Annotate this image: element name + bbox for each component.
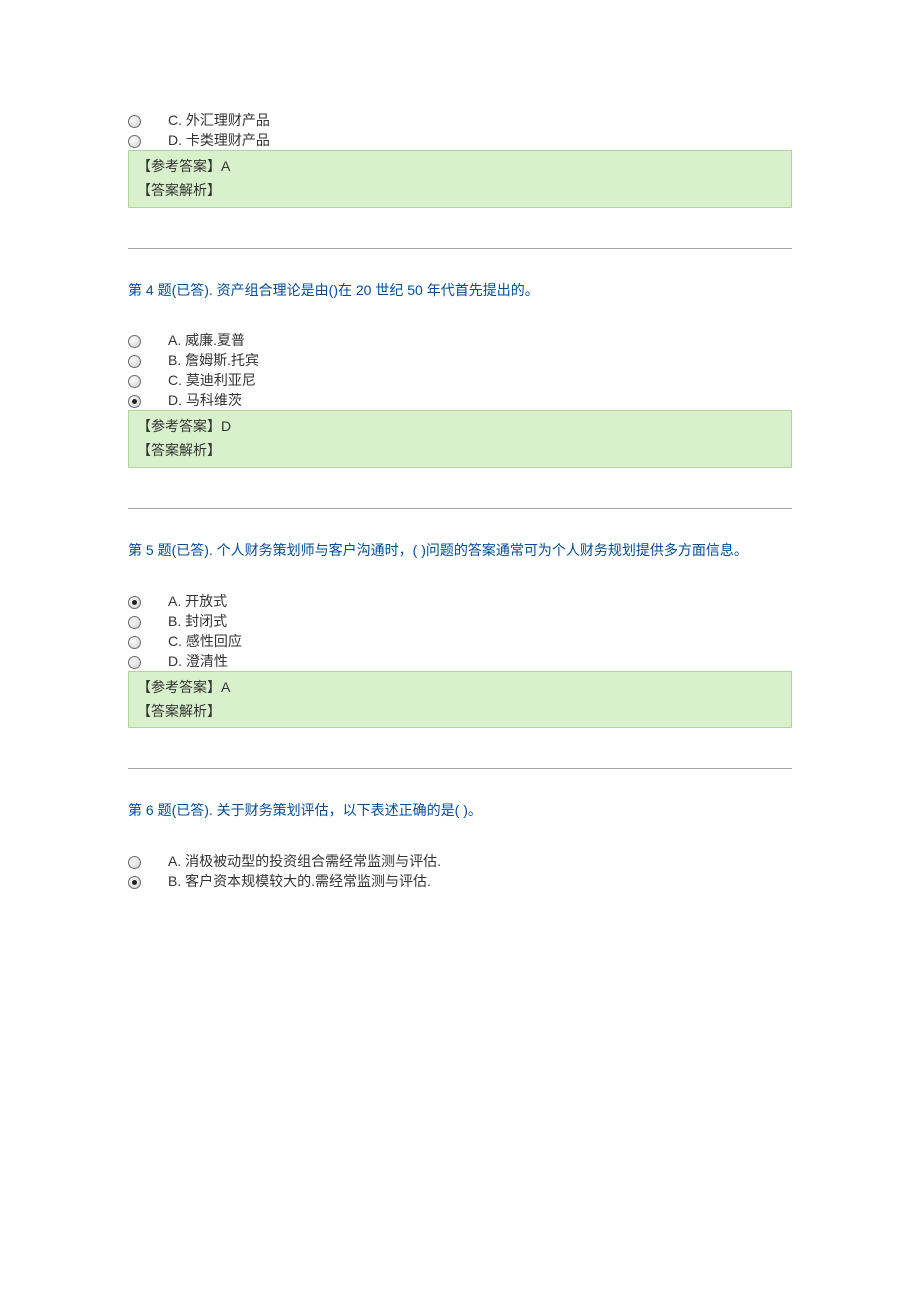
options-table: A. 威廉.夏普 B. 詹姆斯.托宾 C. 莫迪利亚尼 D. 马科维茨 [128, 330, 792, 410]
option-row-c: C. 感性回应 [128, 631, 792, 651]
option-row-b: B. 詹姆斯.托宾 [128, 350, 792, 370]
options-table: C. 外汇理财产品 D. 卡类理财产品 [128, 110, 792, 150]
option-row-b: B. 客户资本规模较大的.需经常监测与评估. [128, 871, 792, 891]
ref-answer-value: A [221, 158, 230, 174]
radio-q4-d[interactable] [128, 395, 141, 408]
option-text-c: C. 莫迪利亚尼 [168, 370, 792, 390]
question-4: 第 4 题(已答). 资产组合理论是由()在 20 世纪 50 年代首先提出的。… [128, 279, 792, 468]
option-text-d: D. 卡类理财产品 [168, 130, 792, 150]
explanation-label: 【答案解析】 [137, 439, 783, 463]
reference-answer-line: 【参考答案】D [137, 415, 783, 439]
reference-answer-line: 【参考答案】A [137, 155, 783, 179]
question-title: 第 5 题(已答). 个人财务策划师与客户沟通时，( )问题的答案通常可为个人财… [128, 539, 792, 563]
option-text-c: C. 感性回应 [168, 631, 792, 651]
option-text-b: B. 詹姆斯.托宾 [168, 350, 792, 370]
ref-answer-label: 【参考答案】 [137, 158, 221, 174]
question-3-tail: C. 外汇理财产品 D. 卡类理财产品 【参考答案】A 【答案解析】 [128, 110, 792, 208]
question-title: 第 4 题(已答). 资产组合理论是由()在 20 世纪 50 年代首先提出的。 [128, 279, 792, 303]
radio-q3-d[interactable] [128, 135, 141, 148]
answer-box-q4: 【参考答案】D 【答案解析】 [128, 410, 792, 468]
radio-q3-c[interactable] [128, 115, 141, 128]
explanation-label: 【答案解析】 [137, 700, 783, 724]
radio-q4-c[interactable] [128, 375, 141, 388]
answer-box-q3: 【参考答案】A 【答案解析】 [128, 150, 792, 208]
explanation-label: 【答案解析】 [137, 179, 783, 203]
ref-answer-value: A [221, 679, 230, 695]
option-row-d: D. 澄清性 [128, 651, 792, 671]
radio-q6-b[interactable] [128, 876, 141, 889]
ref-answer-label: 【参考答案】 [137, 418, 221, 434]
option-row-d: D. 马科维茨 [128, 390, 792, 410]
radio-q5-c[interactable] [128, 636, 141, 649]
option-text-b: B. 客户资本规模较大的.需经常监测与评估. [168, 871, 792, 891]
option-row-c: C. 外汇理财产品 [128, 110, 792, 130]
option-text-d: D. 澄清性 [168, 651, 792, 671]
divider [128, 248, 792, 249]
radio-q4-a[interactable] [128, 335, 141, 348]
option-row-d: D. 卡类理财产品 [128, 130, 792, 150]
reference-answer-line: 【参考答案】A [137, 676, 783, 700]
option-row-a: A. 消极被动型的投资组合需经常监测与评估. [128, 851, 792, 871]
divider [128, 508, 792, 509]
option-row-a: A. 开放式 [128, 591, 792, 611]
radio-q5-d[interactable] [128, 656, 141, 669]
option-text-b: B. 封闭式 [168, 611, 792, 631]
radio-q4-b[interactable] [128, 355, 141, 368]
radio-q6-a[interactable] [128, 856, 141, 869]
ref-answer-label: 【参考答案】 [137, 679, 221, 695]
option-row-c: C. 莫迪利亚尼 [128, 370, 792, 390]
question-5: 第 5 题(已答). 个人财务策划师与客户沟通时，( )问题的答案通常可为个人财… [128, 539, 792, 728]
option-text-a: A. 威廉.夏普 [168, 330, 792, 350]
divider [128, 768, 792, 769]
option-text-a: A. 开放式 [168, 591, 792, 611]
option-text-a: A. 消极被动型的投资组合需经常监测与评估. [168, 851, 792, 871]
option-row-b: B. 封闭式 [128, 611, 792, 631]
options-table: A. 消极被动型的投资组合需经常监测与评估. B. 客户资本规模较大的.需经常监… [128, 851, 792, 891]
radio-q5-a[interactable] [128, 596, 141, 609]
question-6: 第 6 题(已答). 关于财务策划评估，以下表述正确的是( )。 A. 消极被动… [128, 799, 792, 891]
options-table: A. 开放式 B. 封闭式 C. 感性回应 D. 澄清性 [128, 591, 792, 671]
radio-q5-b[interactable] [128, 616, 141, 629]
option-text-c: C. 外汇理财产品 [168, 110, 792, 130]
option-text-d: D. 马科维茨 [168, 390, 792, 410]
ref-answer-value: D [221, 418, 231, 434]
answer-box-q5: 【参考答案】A 【答案解析】 [128, 671, 792, 729]
question-title: 第 6 题(已答). 关于财务策划评估，以下表述正确的是( )。 [128, 799, 792, 823]
option-row-a: A. 威廉.夏普 [128, 330, 792, 350]
